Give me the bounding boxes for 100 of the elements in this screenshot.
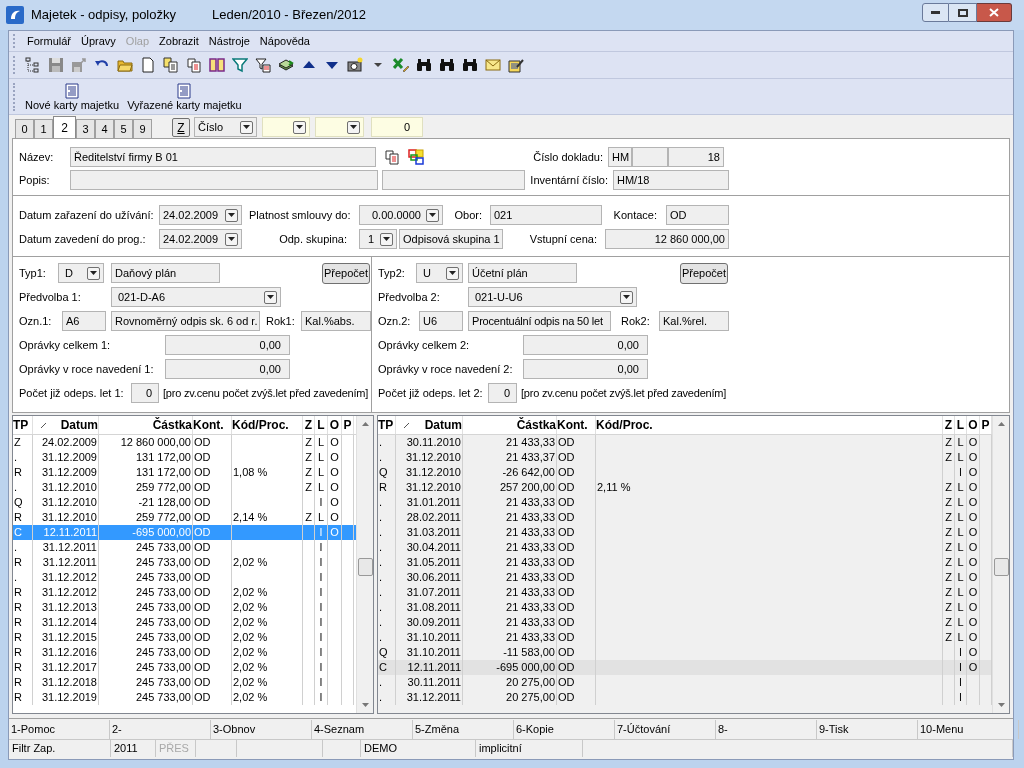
grip-handle[interactable] (13, 56, 15, 74)
dropdown-field[interactable]: D (58, 263, 104, 283)
caret-icon[interactable] (87, 266, 100, 280)
text-field[interactable]: Ředitelství firmy B 01 (70, 147, 376, 167)
text-field[interactable]: 12 860 000,00 (605, 229, 729, 249)
close-button[interactable] (977, 3, 1012, 22)
spreadsheet-icon[interactable] (393, 57, 409, 73)
notepad-icon[interactable] (508, 57, 524, 73)
text-field[interactable]: A6 (62, 311, 106, 331)
column-header[interactable]: Z (304, 416, 313, 434)
dropdown-field[interactable]: 021-U-U6 (468, 287, 637, 307)
tab[interactable]: 5 (114, 119, 133, 138)
grip-handle[interactable] (13, 34, 15, 48)
dropdown-field[interactable] (262, 117, 310, 137)
table-row[interactable]: . 31.12.2009 131 172,00 OD Z L O (13, 450, 356, 465)
table-row[interactable]: C 12.11.2011 -695 000,00 OD l O (378, 660, 992, 675)
table-row[interactable]: R 31.12.2009 131 172,00 OD 1,08 % Z L O (13, 465, 356, 480)
minimize-button[interactable] (922, 3, 949, 22)
document-icon[interactable] (140, 57, 156, 73)
table-row[interactable]: Z 24.02.2009 12 860 000,00 OD Z L O (13, 435, 356, 450)
toolbar-button[interactable]: Vyřazené karty majetku (127, 83, 242, 112)
toolbar-button[interactable]: Nové karty majetku (25, 83, 120, 112)
table-row[interactable]: R 31.12.2012 245 733,00 OD 2,02 % l (13, 585, 356, 600)
filter-list-icon[interactable] (255, 57, 271, 73)
dropdown-field[interactable]: Číslo (194, 117, 257, 137)
dropdown-field[interactable]: 24.02.2009 (159, 205, 242, 225)
function-key[interactable]: 6-Kopie (514, 719, 615, 739)
column-header[interactable]: Kont. (557, 416, 588, 434)
text-field[interactable]: Rovnoměrný odpis sk. 6 od r. (111, 311, 260, 331)
text-field[interactable]: Kal.%rel. (659, 311, 729, 331)
text-field[interactable] (382, 170, 525, 190)
text-field[interactable]: Kal.%abs. (301, 311, 371, 331)
z-button[interactable]: Z (172, 118, 190, 137)
table-row[interactable]: Q 31.12.2010 -21 128,00 OD l O (13, 495, 356, 510)
text-field[interactable]: 0,00 (165, 335, 290, 355)
text-field[interactable]: Odpisová skupina 1 (399, 229, 503, 249)
column-header[interactable]: Kont. (193, 416, 224, 434)
function-key[interactable]: 1-Pomoc (9, 719, 110, 739)
camera-icon[interactable] (347, 57, 363, 73)
dropdown-field[interactable]: U (416, 263, 463, 283)
column-header[interactable]: Datum (60, 416, 98, 434)
table-row[interactable]: R 31.12.2013 245 733,00 OD 2,02 % l (13, 600, 356, 615)
column-header[interactable]: O (329, 416, 340, 434)
table-row[interactable]: . 31.12.2011 245 733,00 OD l (13, 540, 356, 555)
text-field[interactable]: Daňový plán (111, 263, 220, 283)
column-header[interactable]: L (317, 416, 325, 434)
grip-handle[interactable] (13, 83, 15, 111)
caret-icon[interactable] (293, 120, 306, 134)
caret-icon[interactable] (240, 120, 253, 134)
data-grid[interactable] (12, 415, 374, 714)
folder-icon[interactable] (117, 57, 133, 73)
column-header[interactable]: Datum (424, 416, 462, 434)
text-field[interactable]: HM/18 (613, 170, 729, 190)
function-key[interactable]: 4-Seznam (312, 719, 413, 739)
binoculars-icon[interactable] (416, 57, 432, 73)
dropdown-field[interactable] (315, 117, 364, 137)
column-header[interactable]: TP (13, 416, 29, 434)
column-header[interactable]: Částka (516, 416, 556, 434)
text-field[interactable]: 0,00 (523, 359, 648, 379)
text-field[interactable]: 0 (488, 383, 517, 403)
text-field[interactable]: 0 (371, 117, 423, 137)
column-header[interactable]: Kód/Proc. (232, 416, 289, 434)
scroll-thumb[interactable] (993, 558, 1009, 576)
envelope-icon[interactable] (485, 57, 501, 73)
copy-icon[interactable] (384, 149, 400, 165)
dropdown-field[interactable]: 021-D-A6 (111, 287, 281, 307)
table-row[interactable]: R 31.12.2019 245 733,00 OD 2,02 % l (13, 690, 356, 705)
table-row[interactable]: R 31.12.2011 245 733,00 OD 2,02 % l (13, 555, 356, 570)
tab[interactable]: 0 (15, 119, 34, 138)
column-header[interactable]: P (343, 416, 352, 434)
menu-item[interactable]: Nápověda (259, 32, 310, 50)
stack-icon[interactable] (278, 57, 294, 73)
function-key[interactable]: 3-Obnov (211, 719, 312, 739)
function-key[interactable]: 7-Účtování (615, 719, 716, 739)
menu-item[interactable]: Formulář (27, 32, 71, 50)
caret-icon[interactable] (620, 290, 633, 304)
tab[interactable]: 9 (133, 119, 152, 138)
function-key[interactable]: 2- (110, 719, 211, 739)
book-icon[interactable] (209, 57, 225, 73)
function-key[interactable]: 8- (716, 719, 817, 739)
recalculate-button[interactable]: Přepočet (680, 262, 728, 284)
table-row[interactable]: R 31.12.2017 245 733,00 OD 2,02 % l (13, 660, 356, 675)
text-field[interactable]: Účetní plán (468, 263, 577, 283)
text-field[interactable]: 0,00 (165, 359, 290, 379)
text-field[interactable] (70, 170, 378, 190)
caret-icon[interactable] (380, 232, 393, 246)
column-header[interactable]: P (981, 416, 990, 434)
tab[interactable]: 3 (76, 119, 95, 138)
data-grid[interactable] (377, 415, 1010, 714)
color-squares-icon[interactable] (408, 149, 424, 165)
tab[interactable]: 2 (53, 116, 76, 138)
table-row[interactable]: . 31.12.2012 245 733,00 OD l (13, 570, 356, 585)
dropdown-field[interactable]: 1 (359, 229, 397, 249)
text-field[interactable]: HM (608, 147, 632, 167)
scrollbar[interactable] (992, 416, 1009, 713)
table-row[interactable]: R 31.12.2018 245 733,00 OD 2,02 % l (13, 675, 356, 690)
scroll-thumb[interactable] (357, 558, 373, 576)
function-key[interactable]: 10-Menu (918, 719, 1019, 739)
binoculars-icon[interactable] (462, 57, 478, 73)
column-header[interactable]: O (968, 416, 978, 434)
